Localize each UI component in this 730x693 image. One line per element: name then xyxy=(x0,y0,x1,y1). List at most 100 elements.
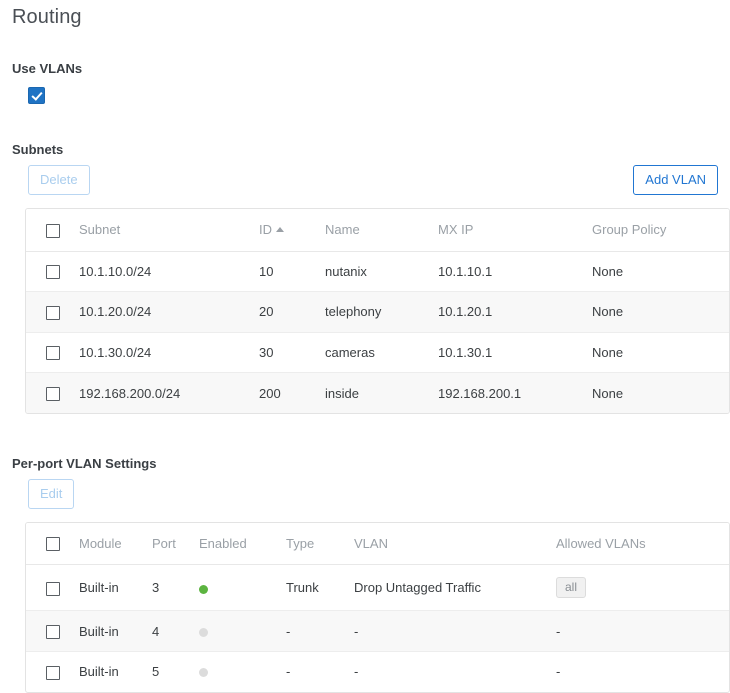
per-port-col-allowed-vlans[interactable]: Allowed VLANs xyxy=(556,523,729,565)
row-select-checkbox[interactable] xyxy=(46,265,60,279)
subnets-col-id[interactable]: ID xyxy=(259,209,325,251)
status-disabled-icon xyxy=(199,628,208,637)
cell-enabled xyxy=(199,565,286,611)
use-vlans-checkbox[interactable] xyxy=(28,87,45,104)
row-select-cell xyxy=(26,652,79,692)
subnets-col-group-policy[interactable]: Group Policy xyxy=(592,209,729,251)
cell-subnet: 192.168.200.0/24 xyxy=(79,373,259,413)
subnets-col-mx-ip[interactable]: MX IP xyxy=(438,209,592,251)
cell-port: 4 xyxy=(152,611,199,652)
subnets-col-subnet[interactable]: Subnet xyxy=(79,209,259,251)
cell-enabled xyxy=(199,652,286,692)
cell-allowed-vlans: all xyxy=(556,565,729,611)
subnets-toolbar: Delete Add VLAN xyxy=(12,165,718,195)
cell-subnet: 10.1.10.0/24 xyxy=(79,251,259,292)
table-row[interactable]: 10.1.10.0/24 10 nutanix 10.1.10.1 None xyxy=(26,251,729,292)
per-port-table-body: Built-in 3 Trunk Drop Untagged Traffic a… xyxy=(26,565,729,692)
row-select-checkbox[interactable] xyxy=(46,625,60,639)
use-vlans-section: Use VLANs xyxy=(12,61,718,104)
cell-enabled xyxy=(199,611,286,652)
row-select-cell xyxy=(26,292,79,333)
allowed-vlans-badge[interactable]: all xyxy=(556,577,586,598)
status-disabled-icon xyxy=(199,668,208,677)
per-port-col-vlan[interactable]: VLAN xyxy=(354,523,556,565)
cell-type: - xyxy=(286,611,354,652)
subnets-select-all-checkbox[interactable] xyxy=(46,224,60,238)
table-row[interactable]: Built-in 3 Trunk Drop Untagged Traffic a… xyxy=(26,565,729,611)
cell-id: 200 xyxy=(259,373,325,413)
subnets-section: Subnets Delete Add VLAN Subnet ID Name M… xyxy=(12,142,718,414)
row-select-cell xyxy=(26,565,79,611)
cell-type: Trunk xyxy=(286,565,354,611)
per-port-col-module[interactable]: Module xyxy=(79,523,152,565)
subnets-col-id-label: ID xyxy=(259,222,272,237)
cell-vlan: - xyxy=(354,652,556,692)
cell-module: Built-in xyxy=(79,565,152,611)
cell-name: inside xyxy=(325,373,438,413)
row-select-cell xyxy=(26,251,79,292)
subnets-table-body: 10.1.10.0/24 10 nutanix 10.1.10.1 None 1… xyxy=(26,251,729,413)
cell-type: - xyxy=(286,652,354,692)
per-port-col-type[interactable]: Type xyxy=(286,523,354,565)
subnets-col-name[interactable]: Name xyxy=(325,209,438,251)
per-port-table-head: Module Port Enabled Type VLAN Allowed VL… xyxy=(26,523,729,565)
cell-vlan: - xyxy=(354,611,556,652)
row-select-checkbox[interactable] xyxy=(46,582,60,596)
cell-group-policy: None xyxy=(592,251,729,292)
per-port-col-port[interactable]: Port xyxy=(152,523,199,565)
per-port-header-row: Module Port Enabled Type VLAN Allowed VL… xyxy=(26,523,729,565)
cell-mx-ip: 10.1.30.1 xyxy=(438,332,592,373)
cell-group-policy: None xyxy=(592,373,729,413)
table-row[interactable]: 10.1.30.0/24 30 cameras 10.1.30.1 None xyxy=(26,332,729,373)
table-row[interactable]: 192.168.200.0/24 200 inside 192.168.200.… xyxy=(26,373,729,413)
row-select-checkbox[interactable] xyxy=(46,387,60,401)
table-row[interactable]: Built-in 5 - - - xyxy=(26,652,729,692)
row-select-cell xyxy=(26,373,79,413)
cell-subnet: 10.1.30.0/24 xyxy=(79,332,259,373)
per-port-select-all-cell xyxy=(26,523,79,565)
cell-id: 20 xyxy=(259,292,325,333)
subnets-table-container: Subnet ID Name MX IP Group Policy 10.1.1… xyxy=(25,208,730,414)
routing-page: Routing Use VLANs Subnets Delete Add VLA… xyxy=(0,0,730,647)
subnets-table: Subnet ID Name MX IP Group Policy 10.1.1… xyxy=(26,209,729,413)
cell-id: 10 xyxy=(259,251,325,292)
cell-subnet: 10.1.20.0/24 xyxy=(79,292,259,333)
row-select-checkbox[interactable] xyxy=(46,346,60,360)
status-enabled-icon xyxy=(199,585,208,594)
cell-mx-ip: 10.1.20.1 xyxy=(438,292,592,333)
row-select-cell xyxy=(26,332,79,373)
edit-port-button[interactable]: Edit xyxy=(28,479,74,509)
per-port-table-container: Module Port Enabled Type VLAN Allowed VL… xyxy=(25,522,730,693)
per-port-label: Per-port VLAN Settings xyxy=(12,456,718,471)
subnets-header-row: Subnet ID Name MX IP Group Policy xyxy=(26,209,729,251)
row-select-checkbox[interactable] xyxy=(46,666,60,680)
cell-mx-ip: 192.168.200.1 xyxy=(438,373,592,413)
cell-name: cameras xyxy=(325,332,438,373)
per-port-table: Module Port Enabled Type VLAN Allowed VL… xyxy=(26,523,729,692)
row-select-checkbox[interactable] xyxy=(46,306,60,320)
cell-allowed-vlans: - xyxy=(556,611,729,652)
cell-module: Built-in xyxy=(79,611,152,652)
table-row[interactable]: 10.1.20.0/24 20 telephony 10.1.20.1 None xyxy=(26,292,729,333)
add-vlan-button[interactable]: Add VLAN xyxy=(633,165,718,195)
subnets-select-all-cell xyxy=(26,209,79,251)
row-select-cell xyxy=(26,611,79,652)
sort-ascending-icon xyxy=(276,227,284,232)
cell-mx-ip: 10.1.10.1 xyxy=(438,251,592,292)
delete-subnet-button[interactable]: Delete xyxy=(28,165,90,195)
per-port-vlan-section: Per-port VLAN Settings Edit Module Port … xyxy=(12,456,718,693)
page-title: Routing xyxy=(12,0,718,29)
subnets-table-head: Subnet ID Name MX IP Group Policy xyxy=(26,209,729,251)
cell-module: Built-in xyxy=(79,652,152,692)
cell-group-policy: None xyxy=(592,332,729,373)
cell-name: nutanix xyxy=(325,251,438,292)
per-port-col-enabled[interactable]: Enabled xyxy=(199,523,286,565)
cell-id: 30 xyxy=(259,332,325,373)
cell-vlan: Drop Untagged Traffic xyxy=(354,565,556,611)
table-row[interactable]: Built-in 4 - - - xyxy=(26,611,729,652)
per-port-select-all-checkbox[interactable] xyxy=(46,537,60,551)
use-vlans-checkbox-row xyxy=(12,87,718,104)
cell-name: telephony xyxy=(325,292,438,333)
subnets-label: Subnets xyxy=(12,142,718,157)
per-port-toolbar: Edit xyxy=(12,479,718,509)
